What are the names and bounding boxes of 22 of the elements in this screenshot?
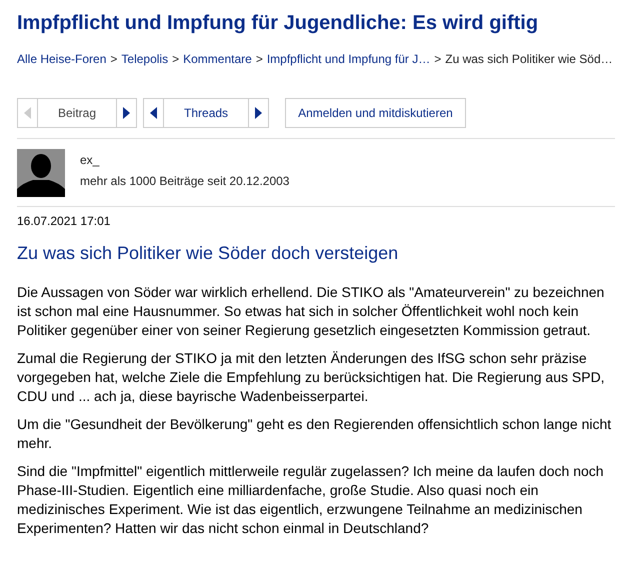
breadcrumb-separator: > bbox=[172, 52, 180, 66]
breadcrumb-separator: > bbox=[256, 52, 263, 66]
breadcrumb-link[interactable]: Telepolis bbox=[121, 52, 168, 66]
breadcrumb-link[interactable]: Kommentare bbox=[183, 52, 252, 66]
breadcrumb-separator: > bbox=[434, 52, 442, 66]
post-paragraph: Um die "Gesundheit der Bevölkerung" geht es den Regierenden offensichtlich schon lange nicht mehr. bbox=[17, 415, 612, 453]
post-title: Zu was sich Politiker wie Söder doch versteigen bbox=[17, 243, 400, 264]
author-name: ex_ bbox=[80, 153, 100, 167]
post-date: 16.07.2021 17:01 bbox=[17, 214, 112, 228]
thread-title: Impfpflicht und Impfung für Jugendliche: Es wird giftig bbox=[17, 11, 540, 36]
post-paragraph: Die Aussagen von Söder war wirklich erhellend. Die STIKO als "Amateurverein" zu bezeichnen ist schon mal eine Hausnummer. So etwas hat sich in solcher Öffentlichkeit wohl noch kein Politiker gegenüber einer von seiner Regierung gesetzlich eingesetzten Kommission getraut. bbox=[17, 283, 606, 340]
navigation-label[interactable]: Threads bbox=[163, 99, 250, 127]
post-paragraph: Sind die "Impfmittel" eigentlich mittlerweile regulär zugelassen? Ich meine da laufen doch noch Phase-III-Studien. Eigentlich eine milliardenfache, große Studie. Also quasi noch ein medizinisches Experiment. Wie ist das eigentlich, erzwungene Teilnahme an medizinischen Experimenten? Hatten wir das nicht schon einmal in Deutschland? bbox=[17, 462, 605, 538]
login-button[interactable]: Anmelden und mitdiskutieren bbox=[285, 98, 466, 128]
breadcrumb-link[interactable]: Zu was sich Politiker wie Söd… bbox=[445, 52, 613, 66]
breadcrumb-link[interactable]: Impfpflicht und Impfung für J… bbox=[266, 52, 430, 66]
post-paragraph: Zumal die Regierung der STIKO ja mit den letzten Änderungen des IfSG schon sehr präzise vorgegeben hat, welche Ziele die Empfehlung zu berücksichtigen hat. Die Regierung aus SPD, CDU und ... ach ja, diese bayrische Wadenbeisserpartei. bbox=[17, 349, 606, 406]
breadcrumb-link[interactable]: Alle Heise-Foren bbox=[17, 52, 106, 66]
breadcrumb-separator: > bbox=[110, 52, 118, 66]
author-info: mehr als 1000 Beiträge seit 20.12.2003 bbox=[80, 174, 290, 188]
navigation-label[interactable]: Beitrag bbox=[37, 99, 118, 127]
avatar-silhouette-icon bbox=[17, 149, 65, 197]
